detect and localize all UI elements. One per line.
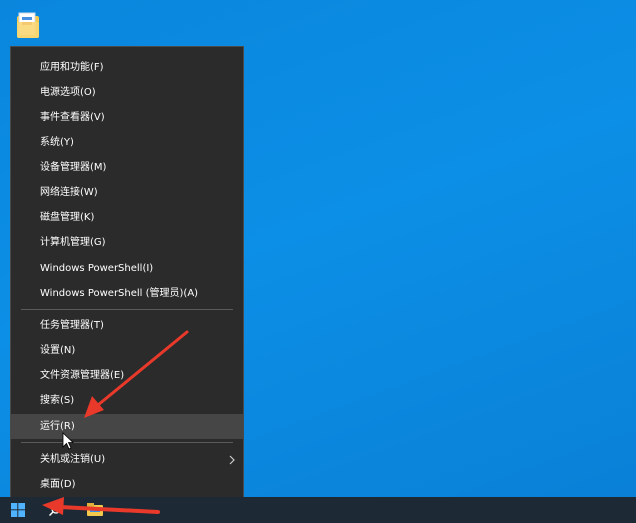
- file-explorer-icon: [87, 503, 103, 516]
- menu-item-label: 桌面(D): [40, 479, 76, 490]
- menu-separator: [21, 442, 233, 443]
- file-explorer-button[interactable]: [82, 497, 108, 523]
- menu-item-system[interactable]: 系统(Y): [11, 130, 243, 155]
- menu-item-disk-management[interactable]: 磁盘管理(K): [11, 205, 243, 230]
- menu-item-label: 磁盘管理(K): [40, 212, 95, 223]
- menu-item-label: 系统(Y): [40, 137, 74, 148]
- menu-item-search[interactable]: 搜索(S): [11, 388, 243, 413]
- menu-item-label: 计算机管理(G): [40, 237, 106, 248]
- search-icon: [48, 504, 61, 517]
- menu-item-label: 搜索(S): [40, 395, 75, 406]
- menu-item-label: 网络连接(W): [40, 187, 98, 198]
- menu-item-apps-features[interactable]: 应用和功能(F): [11, 55, 243, 80]
- menu-item-label: 应用和功能(F): [40, 62, 104, 73]
- folder-icon: [17, 12, 39, 38]
- menu-item-run[interactable]: 运行(R): [11, 414, 243, 439]
- menu-separator: [21, 309, 233, 310]
- taskbar: [0, 497, 636, 523]
- menu-item-label: 任务管理器(T): [40, 320, 104, 331]
- menu-item-label: 文件资源管理器(E): [40, 370, 125, 381]
- menu-item-desktop[interactable]: 桌面(D): [11, 472, 243, 497]
- menu-item-label: 设备管理器(M): [40, 162, 107, 173]
- menu-item-powershell[interactable]: Windows PowerShell(I): [11, 256, 243, 281]
- menu-item-label: 事件查看器(V): [40, 112, 105, 123]
- menu-item-shutdown-signout[interactable]: 关机或注销(U): [11, 447, 243, 472]
- search-button[interactable]: [40, 497, 70, 523]
- menu-item-task-manager[interactable]: 任务管理器(T): [11, 313, 243, 338]
- menu-item-settings[interactable]: 设置(N): [11, 338, 243, 363]
- chevron-right-icon: [229, 447, 235, 472]
- menu-item-label: Windows PowerShell (管理员)(A): [40, 288, 199, 299]
- menu-item-event-viewer[interactable]: 事件查看器(V): [11, 105, 243, 130]
- menu-item-label: 关机或注销(U): [40, 454, 106, 465]
- menu-item-power-options[interactable]: 电源选项(O): [11, 80, 243, 105]
- menu-item-label: 设置(N): [40, 345, 76, 356]
- menu-item-device-manager[interactable]: 设备管理器(M): [11, 155, 243, 180]
- menu-item-file-explorer[interactable]: 文件资源管理器(E): [11, 363, 243, 388]
- menu-item-computer-management[interactable]: 计算机管理(G): [11, 230, 243, 255]
- desktop-folder-icon[interactable]: [12, 8, 46, 42]
- start-button[interactable]: [0, 497, 36, 523]
- menu-item-label: 电源选项(O): [40, 87, 96, 98]
- menu-item-label: 运行(R): [40, 421, 75, 432]
- menu-item-network-connections[interactable]: 网络连接(W): [11, 180, 243, 205]
- windows-logo-icon: [11, 503, 25, 517]
- menu-item-powershell-admin[interactable]: Windows PowerShell (管理员)(A): [11, 281, 243, 306]
- desktop: 应用和功能(F) 电源选项(O) 事件查看器(V) 系统(Y) 设备管理器(M)…: [0, 0, 636, 523]
- winx-context-menu: 应用和功能(F) 电源选项(O) 事件查看器(V) 系统(Y) 设备管理器(M)…: [10, 46, 244, 502]
- menu-item-label: Windows PowerShell(I): [40, 263, 154, 274]
